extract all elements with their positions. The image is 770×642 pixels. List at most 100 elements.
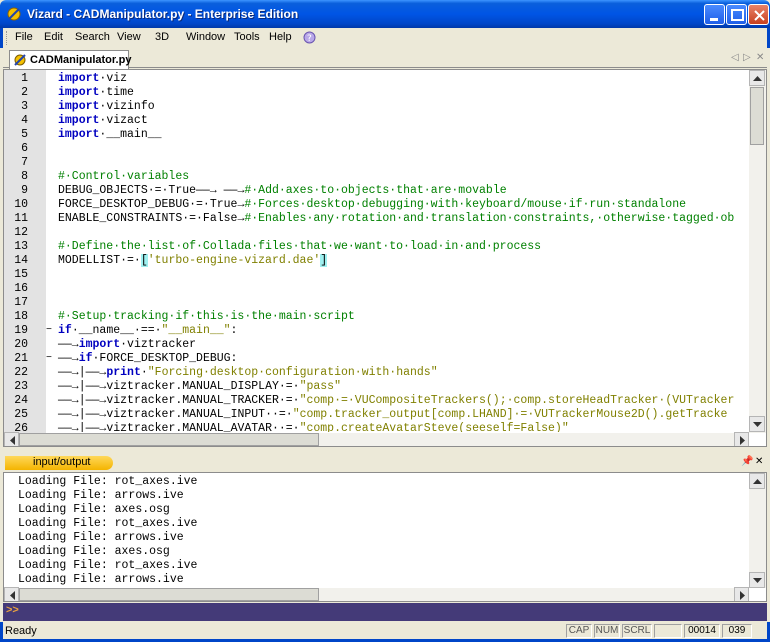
code-line[interactable]: 19 − if·__name__·==·"__main__": [4, 324, 749, 338]
menu-window[interactable]: Window [186, 31, 225, 43]
code-line[interactable]: 12 [4, 226, 749, 240]
maximize-button[interactable] [726, 4, 747, 25]
output-tab[interactable]: input/output [5, 456, 113, 470]
menu-view[interactable]: View [117, 31, 141, 43]
output-line: Loading File: axes.osg [18, 545, 170, 558]
code-line[interactable]: 22 ——→|——→print·"Forcing·desktop·configur… [4, 366, 749, 380]
code-line[interactable]: 6 [4, 142, 749, 156]
line-number: 8 [21, 170, 28, 183]
pane-close-icon[interactable]: ✕ [755, 456, 763, 467]
line-number: 17 [14, 296, 28, 309]
line-number: 12 [14, 226, 28, 239]
code-editor[interactable]: 1 import·viz 2 import·time 3 import·vizinfo 4 i… [3, 69, 767, 447]
output-hscroll-thumb[interactable] [19, 588, 319, 601]
code-line[interactable]: 11 ENABLE_CONSTRAINTS·=·False→#·Enables·a… [4, 212, 749, 226]
fold-toggle-icon[interactable]: − [46, 352, 52, 366]
menu-edit[interactable]: Edit [44, 31, 63, 43]
output-scroll-left-button[interactable] [4, 587, 19, 601]
code-text: FORCE_DESKTOP_DEBUG·=·True→#·Forces·desk… [58, 198, 687, 211]
code-line[interactable]: 10 FORCE_DESKTOP_DEBUG·=·True→#·Forces·de… [4, 198, 749, 212]
line-number: 7 [21, 156, 28, 169]
code-line[interactable]: 23 ——→|——→viztracker.MANUAL_DISPLAY·=·"pa… [4, 380, 749, 394]
output-vertical-scrollbar[interactable] [749, 473, 766, 588]
code-line[interactable]: 20 ——→import·viztracker [4, 338, 749, 352]
line-number: 23 [14, 380, 28, 393]
code-line[interactable]: 7 [4, 156, 749, 170]
output-scroll-down-button[interactable] [749, 572, 765, 588]
code-text: import·__main__ [58, 128, 162, 141]
command-input-bar[interactable]: >> [3, 603, 767, 621]
tab-scroll-left-icon[interactable]: ◁ [731, 52, 739, 63]
caps-indicator: CAP [566, 624, 592, 638]
output-line: Loading File: rot_axes.ive [18, 475, 198, 488]
code-line[interactable]: 17 [4, 296, 749, 310]
context-help-icon[interactable]: ? [303, 31, 316, 44]
code-text: ——→|——→viztracker.MANUAL_INPUT··=·"comp.… [58, 408, 728, 421]
line-number: 9 [21, 184, 28, 197]
python-file-icon [14, 54, 26, 66]
arrow-up-icon [753, 76, 762, 81]
num-indicator: NUM [594, 624, 620, 638]
scroll-up-button[interactable] [749, 70, 765, 86]
scroll-thumb[interactable] [750, 87, 764, 145]
output-scroll-up-button[interactable] [749, 473, 765, 489]
arrow-right-icon [740, 436, 745, 445]
output-scroll-right-button[interactable] [734, 587, 749, 601]
minimize-button[interactable] [704, 4, 725, 25]
code-text: import·time [58, 86, 134, 99]
code-line[interactable]: 1 import·viz [4, 72, 749, 86]
line-number: 10 [14, 198, 28, 211]
code-line[interactable]: 8 #·Control·variables [4, 170, 749, 184]
code-text: #·Control·variables [58, 170, 190, 183]
menu-help[interactable]: Help [269, 31, 292, 43]
line-number: 2 [21, 86, 28, 99]
output-tab-label: input/output [33, 456, 91, 468]
output-console[interactable]: Loading File: rot_axes.ive Loading File: … [3, 472, 767, 602]
scroll-lock-indicator: SCRL [622, 624, 652, 638]
code-line[interactable]: 5 import·__main__ [4, 128, 749, 142]
arrow-up-icon [753, 479, 762, 484]
code-text: ——→|——→print·"Forcing·desktop·configurat… [58, 366, 438, 379]
code-line[interactable]: 9 DEBUG_OBJECTS·=·True——→ ——→#·Add·axes·t… [4, 184, 749, 198]
blank-indicator [654, 624, 682, 638]
close-button[interactable] [748, 4, 769, 25]
fold-toggle-icon[interactable]: − [46, 324, 52, 338]
arrow-down-icon [753, 578, 762, 583]
code-line[interactable]: 4 import·vizact [4, 114, 749, 128]
code-line[interactable]: 14 MODELLIST·=·['turbo-engine-vizard.dae'… [4, 254, 749, 268]
maximize-icon [731, 9, 744, 21]
code-line[interactable]: 24 ——→|——→viztracker.MANUAL_TRACKER·=·"co… [4, 394, 749, 408]
code-line[interactable]: 13 #·Define·the·list·of·Collada·files·tha… [4, 240, 749, 254]
code-line[interactable]: 15 [4, 268, 749, 282]
line-number: 11 [14, 212, 28, 225]
tab-scroll-right-icon[interactable]: ▷ [743, 52, 751, 63]
code-text: ——→if·FORCE_DESKTOP_DEBUG: [58, 352, 238, 365]
menu-3d[interactable]: 3D [155, 31, 169, 43]
menu-tools[interactable]: Tools [234, 31, 260, 43]
menu-search[interactable]: Search [75, 31, 110, 43]
hscroll-thumb[interactable] [19, 433, 319, 446]
scroll-down-button[interactable] [749, 416, 765, 432]
menu-file[interactable]: File [15, 31, 33, 43]
tab-close-icon[interactable]: ✕ [756, 52, 764, 63]
code-text: if·__name__·==·"__main__": [58, 324, 238, 337]
code-line[interactable]: 21 − ——→if·FORCE_DESKTOP_DEBUG: [4, 352, 749, 366]
editor-vertical-scrollbar[interactable] [749, 70, 766, 433]
code-line[interactable]: 16 [4, 282, 749, 296]
code-line[interactable]: 2 import·time [4, 86, 749, 100]
code-lines[interactable]: 1 import·viz 2 import·time 3 import·vizinfo 4 i… [4, 72, 749, 432]
output-line: Loading File: arrows.ive [18, 531, 184, 544]
code-line[interactable]: 18 #·Setup·tracking·if·this·is·the·main·s… [4, 310, 749, 324]
pin-icon[interactable]: 📌 [741, 456, 753, 467]
arrow-left-icon [10, 436, 15, 445]
code-line[interactable]: 3 import·vizinfo [4, 100, 749, 114]
scroll-left-button[interactable] [4, 432, 19, 446]
scroll-right-button[interactable] [734, 432, 749, 446]
line-number: 14 [14, 254, 28, 267]
code-line[interactable]: 25 ——→|——→viztracker.MANUAL_INPUT··=·"com… [4, 408, 749, 422]
code-line[interactable]: 26 ——→|——→viztracker.MANUAL_AVATAR··=·"co… [4, 422, 749, 432]
output-line: Loading File: arrows.ive [18, 573, 184, 586]
tab-cadmanipulator[interactable]: CADManipulator.py [9, 50, 131, 69]
output-horizontal-scrollbar[interactable] [4, 587, 749, 601]
editor-horizontal-scrollbar[interactable] [4, 432, 749, 446]
